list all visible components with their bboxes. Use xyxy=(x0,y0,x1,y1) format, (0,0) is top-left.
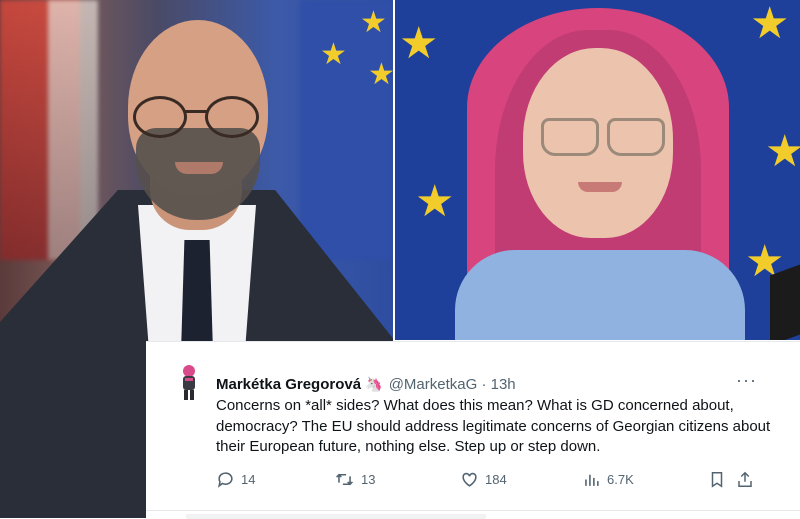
separator-dot: · xyxy=(481,376,487,393)
eu-star-icon: ★ xyxy=(320,38,347,71)
user-handle[interactable]: @MarketkaG xyxy=(389,376,478,393)
bookmark-icon xyxy=(711,472,723,488)
retweet-button[interactable]: 13 xyxy=(334,470,375,489)
eu-star-icon: ★ xyxy=(415,177,455,226)
more-icon[interactable]: ··· xyxy=(736,370,757,391)
share-button[interactable] xyxy=(736,470,760,489)
smile xyxy=(578,182,622,192)
views-icon xyxy=(585,474,599,486)
unicorn-icon: 🦄 xyxy=(365,376,383,392)
eu-star-icon: ★ xyxy=(368,58,393,91)
glasses-lens-right xyxy=(205,96,259,138)
eu-star-icon: ★ xyxy=(399,19,439,68)
glasses-lens-left xyxy=(133,96,187,138)
eu-star-icon: ★ xyxy=(750,0,790,48)
photo-woman-pink-hair: ★ ★ ★ ★ ★ xyxy=(395,0,800,340)
views-button[interactable]: 6.7K xyxy=(582,470,634,489)
retweet-count: 13 xyxy=(361,472,376,487)
glasses-bridge xyxy=(184,110,208,113)
dark-object-edge xyxy=(770,264,800,340)
avatar[interactable] xyxy=(166,360,212,406)
tweet-header: Markétka Gregorová 🦄 @MarketkaG · 13h xyxy=(216,374,516,395)
views-count: 6.7K xyxy=(607,472,634,487)
glasses-lens-left xyxy=(541,118,599,156)
blue-sweater xyxy=(455,250,745,340)
tweet-card[interactable]: Markétka Gregorová 🦄 @MarketkaG · 13h ···… xyxy=(146,341,800,519)
timestamp[interactable]: 13h xyxy=(491,376,516,393)
next-tweet-edge xyxy=(186,514,486,519)
retweet-icon xyxy=(336,473,353,486)
eu-star-icon: ★ xyxy=(360,6,387,39)
like-count: 184 xyxy=(485,472,507,487)
smile xyxy=(175,162,223,174)
divider xyxy=(146,510,800,511)
display-name[interactable]: Markétka Gregorová xyxy=(216,376,361,393)
reply-button[interactable]: 14 xyxy=(216,470,255,489)
like-button[interactable]: 184 xyxy=(460,470,507,489)
bookmark-button[interactable] xyxy=(708,470,732,489)
share-icon xyxy=(738,471,752,487)
tweet-actions: 14 13 184 6.7K xyxy=(216,470,752,494)
reply-count: 14 xyxy=(241,472,256,487)
eu-star-icon: ★ xyxy=(765,127,800,176)
tweet-text: Concerns on *all* sides? What does this … xyxy=(216,397,771,455)
heart-icon xyxy=(462,472,477,487)
reply-icon xyxy=(217,472,233,488)
glasses-lens-right xyxy=(607,118,665,156)
